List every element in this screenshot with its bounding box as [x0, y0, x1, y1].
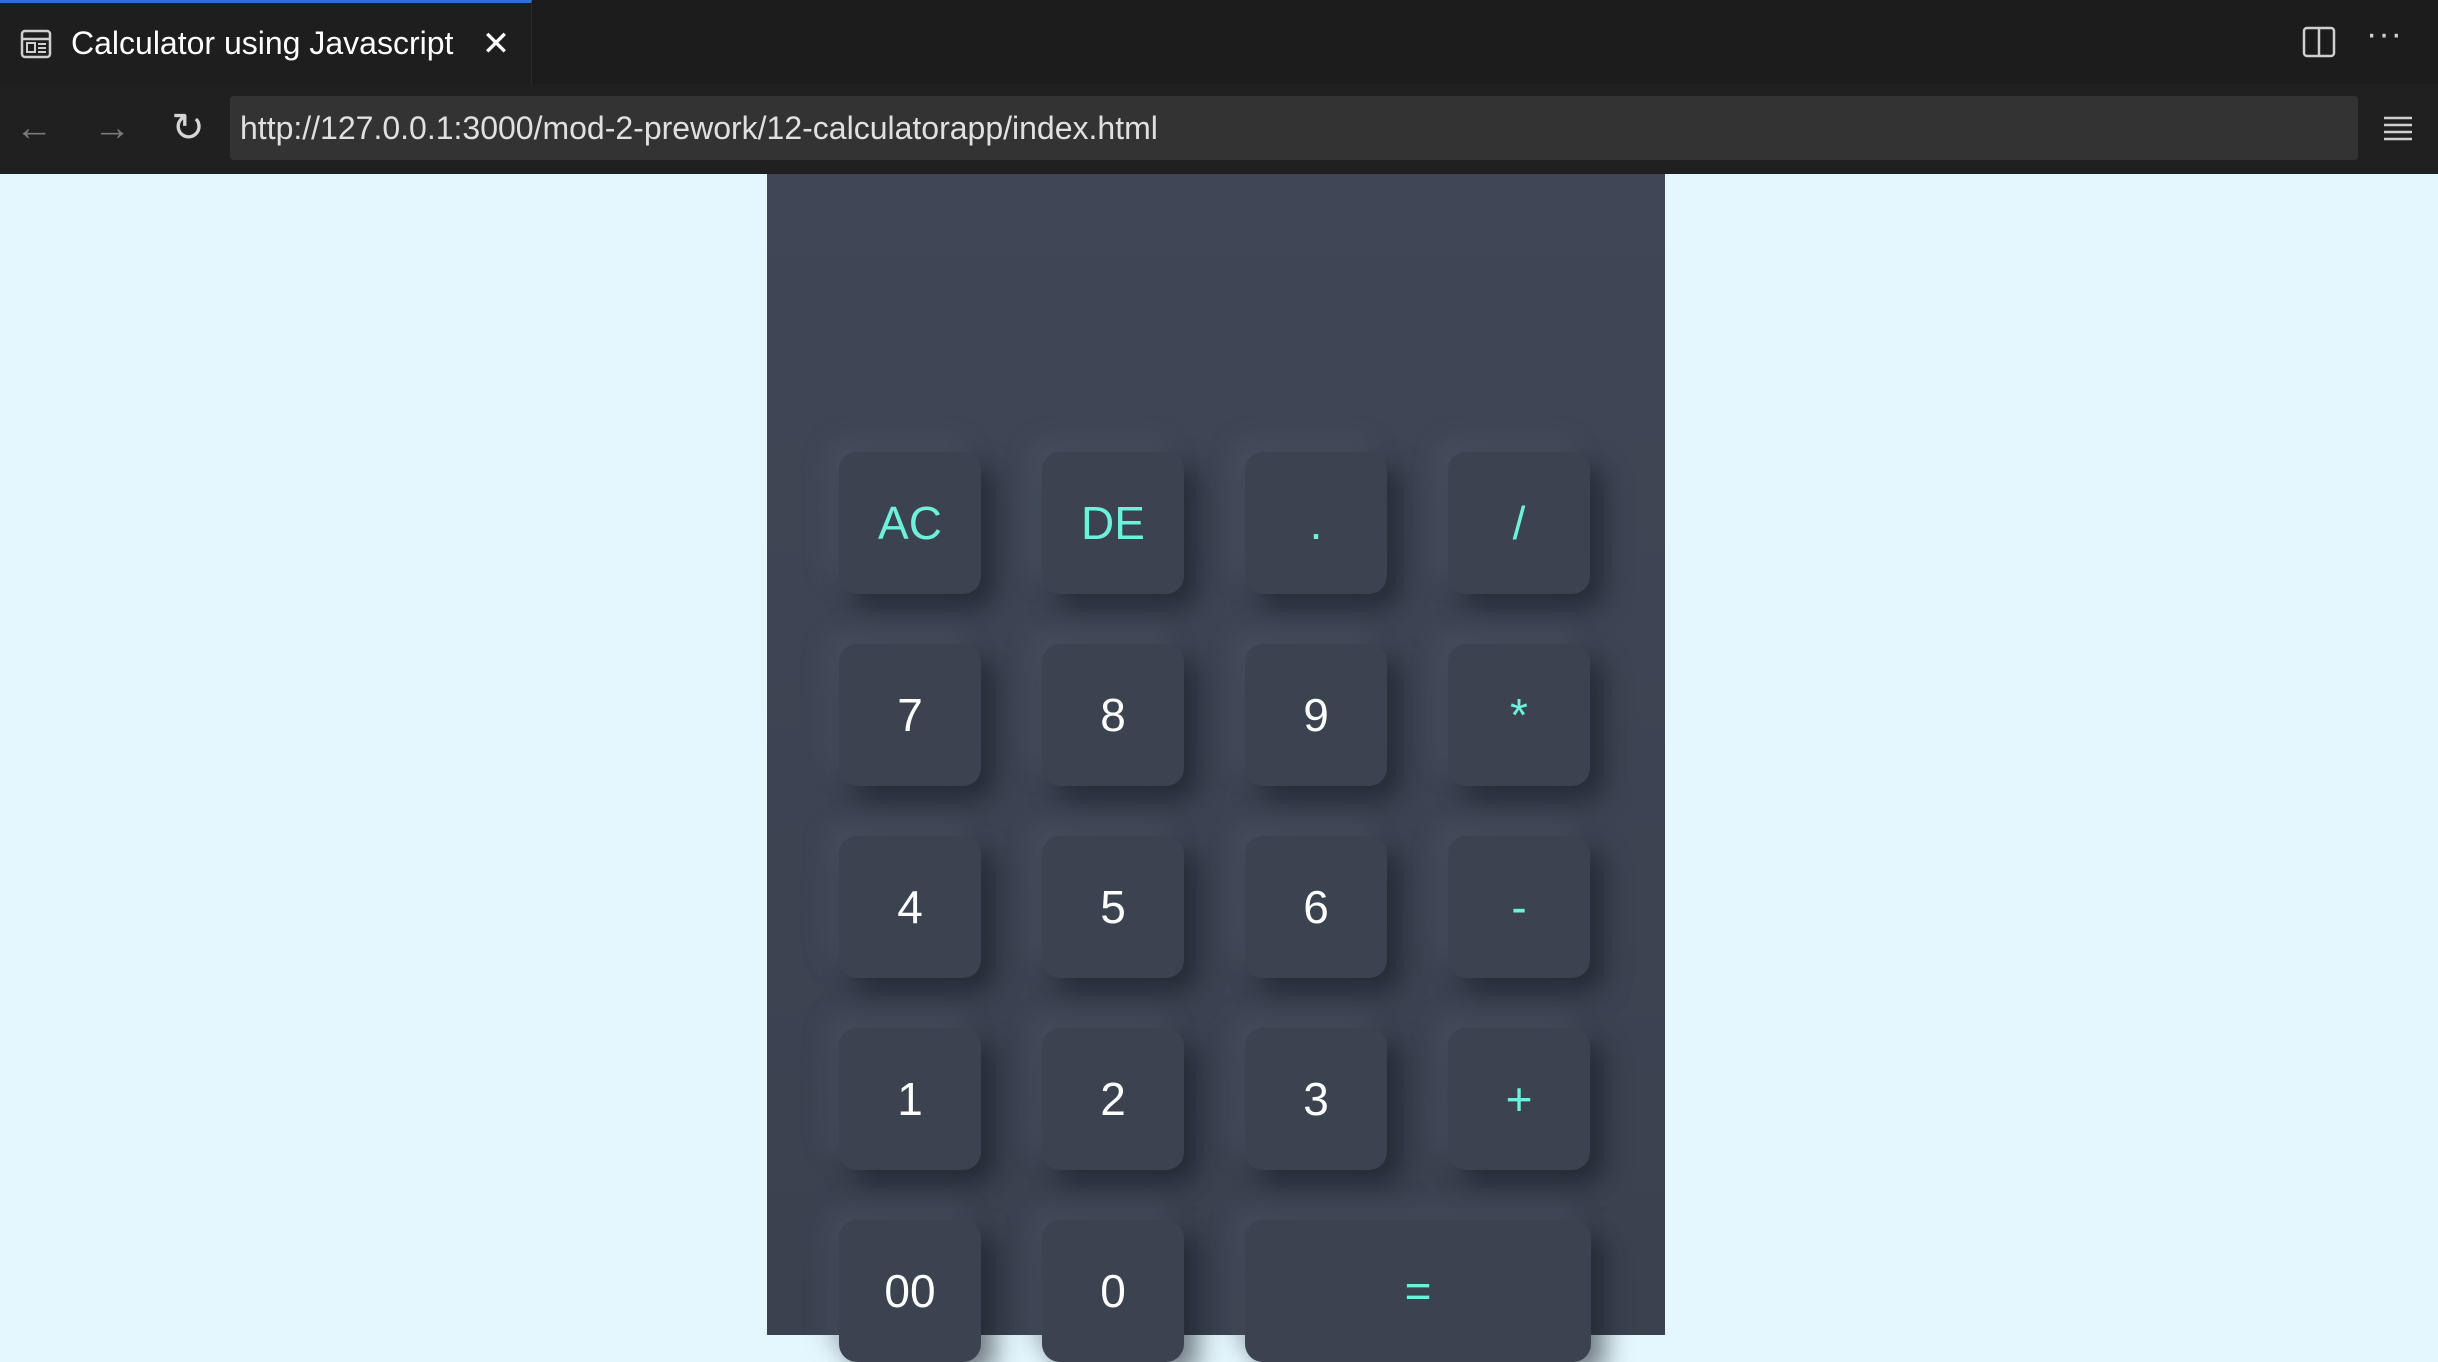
- key-delete[interactable]: DE: [1042, 452, 1184, 594]
- split-editor-icon[interactable]: [2302, 26, 2336, 58]
- key-2[interactable]: 2: [1042, 1028, 1184, 1170]
- address-bar[interactable]: http://127.0.0.1:3000/mod-2-prework/12-c…: [230, 96, 2358, 160]
- key-5[interactable]: 5: [1042, 836, 1184, 978]
- key-add[interactable]: +: [1448, 1028, 1590, 1170]
- page-icon: [20, 29, 52, 59]
- key-3[interactable]: 3: [1245, 1028, 1387, 1170]
- url-text[interactable]: http://127.0.0.1:3000/mod-2-prework/12-c…: [240, 108, 1158, 148]
- key-7[interactable]: 7: [839, 644, 981, 786]
- key-1[interactable]: 1: [839, 1028, 981, 1170]
- tab-title: Calculator using Javascript: [71, 25, 454, 61]
- more-icon[interactable]: ···: [2366, 17, 2402, 58]
- key-00[interactable]: 00: [839, 1220, 981, 1362]
- key-ac[interactable]: AC: [839, 452, 981, 594]
- tab-bar: Calculator using Javascript ✕ ···: [0, 0, 2438, 85]
- key-8[interactable]: 8: [1042, 644, 1184, 786]
- calculator-display: [839, 204, 1593, 344]
- key-subtract[interactable]: -: [1448, 836, 1590, 978]
- key-9[interactable]: 9: [1245, 644, 1387, 786]
- back-arrow-icon[interactable]: ←: [12, 106, 56, 150]
- reload-icon[interactable]: ↻: [166, 106, 210, 150]
- key-equals[interactable]: =: [1245, 1220, 1591, 1362]
- navigation-bar: ← → ↻ http://127.0.0.1:3000/mod-2-prewor…: [0, 84, 2438, 174]
- menu-icon[interactable]: [2382, 114, 2414, 144]
- active-tab[interactable]: Calculator using Javascript ✕: [0, 0, 532, 84]
- calculator: AC DE . / 7 8 9 * 4 5 6 - 1 2 3 + 00 0 =: [767, 174, 1665, 1362]
- key-4[interactable]: 4: [839, 836, 981, 978]
- key-0[interactable]: 0: [1042, 1220, 1184, 1362]
- forward-arrow-icon[interactable]: →: [90, 106, 134, 150]
- key-6[interactable]: 6: [1245, 836, 1387, 978]
- close-icon[interactable]: ✕: [480, 27, 512, 61]
- key-multiply[interactable]: *: [1448, 644, 1590, 786]
- key-decimal[interactable]: .: [1245, 452, 1387, 594]
- key-divide[interactable]: /: [1448, 452, 1590, 594]
